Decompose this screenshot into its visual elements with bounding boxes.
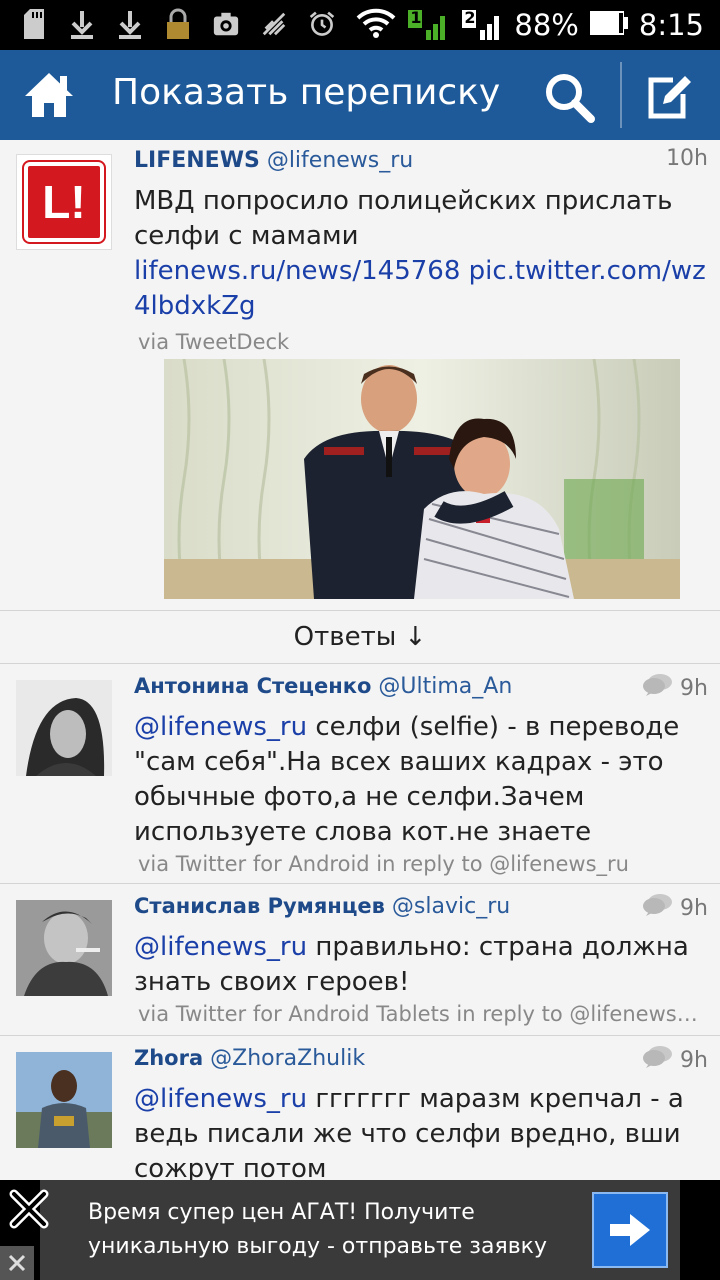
tweet-text: @lifenews_ru ггггггг маразм крепчал - а …: [134, 1084, 684, 1180]
compose-icon[interactable]: [643, 72, 695, 122]
ad-banner[interactable]: Время супер цен АГАТ! Получите уникальну…: [0, 1180, 720, 1280]
replies-header[interactable]: Ответы ↓: [0, 610, 720, 664]
author-handle[interactable]: @Ultima_An: [378, 674, 512, 699]
list-item[interactable]: Zhora @ZhoraZhulik 9h @lifenews_ru ггггг…: [0, 1036, 720, 1180]
tweet-time: 9h: [642, 672, 708, 704]
page-title: Показать переписку: [112, 72, 501, 113]
author-name[interactable]: LIFENEWS: [134, 148, 260, 173]
author-handle[interactable]: @slavic_ru: [392, 894, 510, 919]
search-icon[interactable]: [542, 70, 596, 124]
notification-icons: [20, 8, 336, 40]
list-item[interactable]: Станислав Румянцев @slavic_ru 9h @lifene…: [0, 884, 720, 1036]
action-divider: [620, 62, 622, 128]
tweet-text: МВД попросило полицейских прислать селфи…: [134, 186, 706, 321]
lifenews-logo: L!: [24, 162, 104, 242]
wifi-icon: [356, 8, 396, 42]
download-icon: [116, 8, 144, 40]
tweet-text: @lifenews_ru селфи (selfie) - в переводе…: [134, 712, 680, 847]
signal-icon: 1: [406, 8, 450, 42]
battery-percent: 88%: [514, 8, 579, 42]
arrow-right-icon[interactable]: [592, 1192, 668, 1268]
tweet-author[interactable]: Станислав Румянцев @slavic_ru: [134, 894, 510, 919]
ad-text[interactable]: Время супер цен АГАТ! Получите уникальну…: [88, 1196, 558, 1264]
status-bar: 1 2 88% 8:15: [0, 0, 720, 50]
mention-link[interactable]: @lifenews_ru: [134, 932, 307, 962]
tweet-via: via TweetDeck: [138, 330, 290, 354]
author-name[interactable]: Станислав Румянцев: [134, 894, 385, 918]
sim-slot-2-label: 2: [464, 8, 476, 27]
ad-content[interactable]: Время супер цен АГАТ! Получите уникальну…: [40, 1180, 680, 1280]
conversation-icon: [642, 672, 674, 704]
tweet-time: 10h: [666, 146, 708, 171]
author-handle[interactable]: @ZhoraZhulik: [210, 1046, 365, 1071]
tweet-text: @lifenews_ru правильно: страна должна зн…: [134, 932, 689, 997]
camera-icon: [212, 8, 240, 40]
list-item[interactable]: Антонина Стеценко @Ultima_An 9h @lifenew…: [0, 664, 720, 884]
close-icon[interactable]: [8, 1188, 50, 1230]
tweet-via: via Twitter for Android Tablets in reply…: [138, 1002, 708, 1026]
avatar[interactable]: [16, 900, 112, 996]
conversation-icon: [642, 1044, 674, 1076]
clock: 8:15: [638, 8, 704, 42]
tweet-via: via Twitter for Android in reply to @lif…: [138, 852, 629, 876]
mention-link[interactable]: @lifenews_ru: [134, 712, 307, 742]
tweet-author[interactable]: LIFENEWS @lifenews_ru: [134, 148, 413, 173]
tweet-author[interactable]: Zhora @ZhoraZhulik: [134, 1046, 365, 1071]
sd-card-icon: [20, 8, 48, 40]
no-signal-icon: [260, 8, 288, 40]
sim-slot-1-label: 1: [410, 8, 422, 27]
mention-link[interactable]: @lifenews_ru: [134, 1084, 307, 1114]
download-icon: [68, 8, 96, 40]
action-bar: Показать переписку: [0, 50, 720, 140]
tweet-time: 9h: [642, 1044, 708, 1076]
alarm-icon: [308, 8, 336, 40]
conversation-icon: [642, 892, 674, 924]
author-name[interactable]: Антонина Стеценко: [134, 674, 371, 698]
home-icon[interactable]: [22, 70, 76, 120]
author-handle[interactable]: @lifenews_ru: [267, 148, 413, 173]
replies-label[interactable]: Ответы ↓: [294, 622, 427, 652]
battery-icon: [589, 9, 629, 41]
avatar[interactable]: [16, 680, 112, 776]
close-icon[interactable]: [0, 1246, 34, 1280]
main-tweet[interactable]: L! LIFENEWS @lifenews_ru 10h МВД попроси…: [0, 140, 720, 610]
avatar[interactable]: L!: [16, 154, 112, 250]
tweet-link[interactable]: lifenews.ru/news/145768: [134, 256, 460, 286]
tweet-photo[interactable]: [164, 359, 680, 599]
tweet-author[interactable]: Антонина Стеценко @Ultima_An: [134, 674, 512, 699]
signal-icon: 2: [460, 8, 504, 42]
avatar[interactable]: [16, 1052, 112, 1148]
author-name[interactable]: Zhora: [134, 1046, 203, 1070]
tweet-time: 9h: [642, 892, 708, 924]
status-right: 1 2 88% 8:15: [356, 6, 704, 44]
lock-icon: [164, 8, 192, 40]
